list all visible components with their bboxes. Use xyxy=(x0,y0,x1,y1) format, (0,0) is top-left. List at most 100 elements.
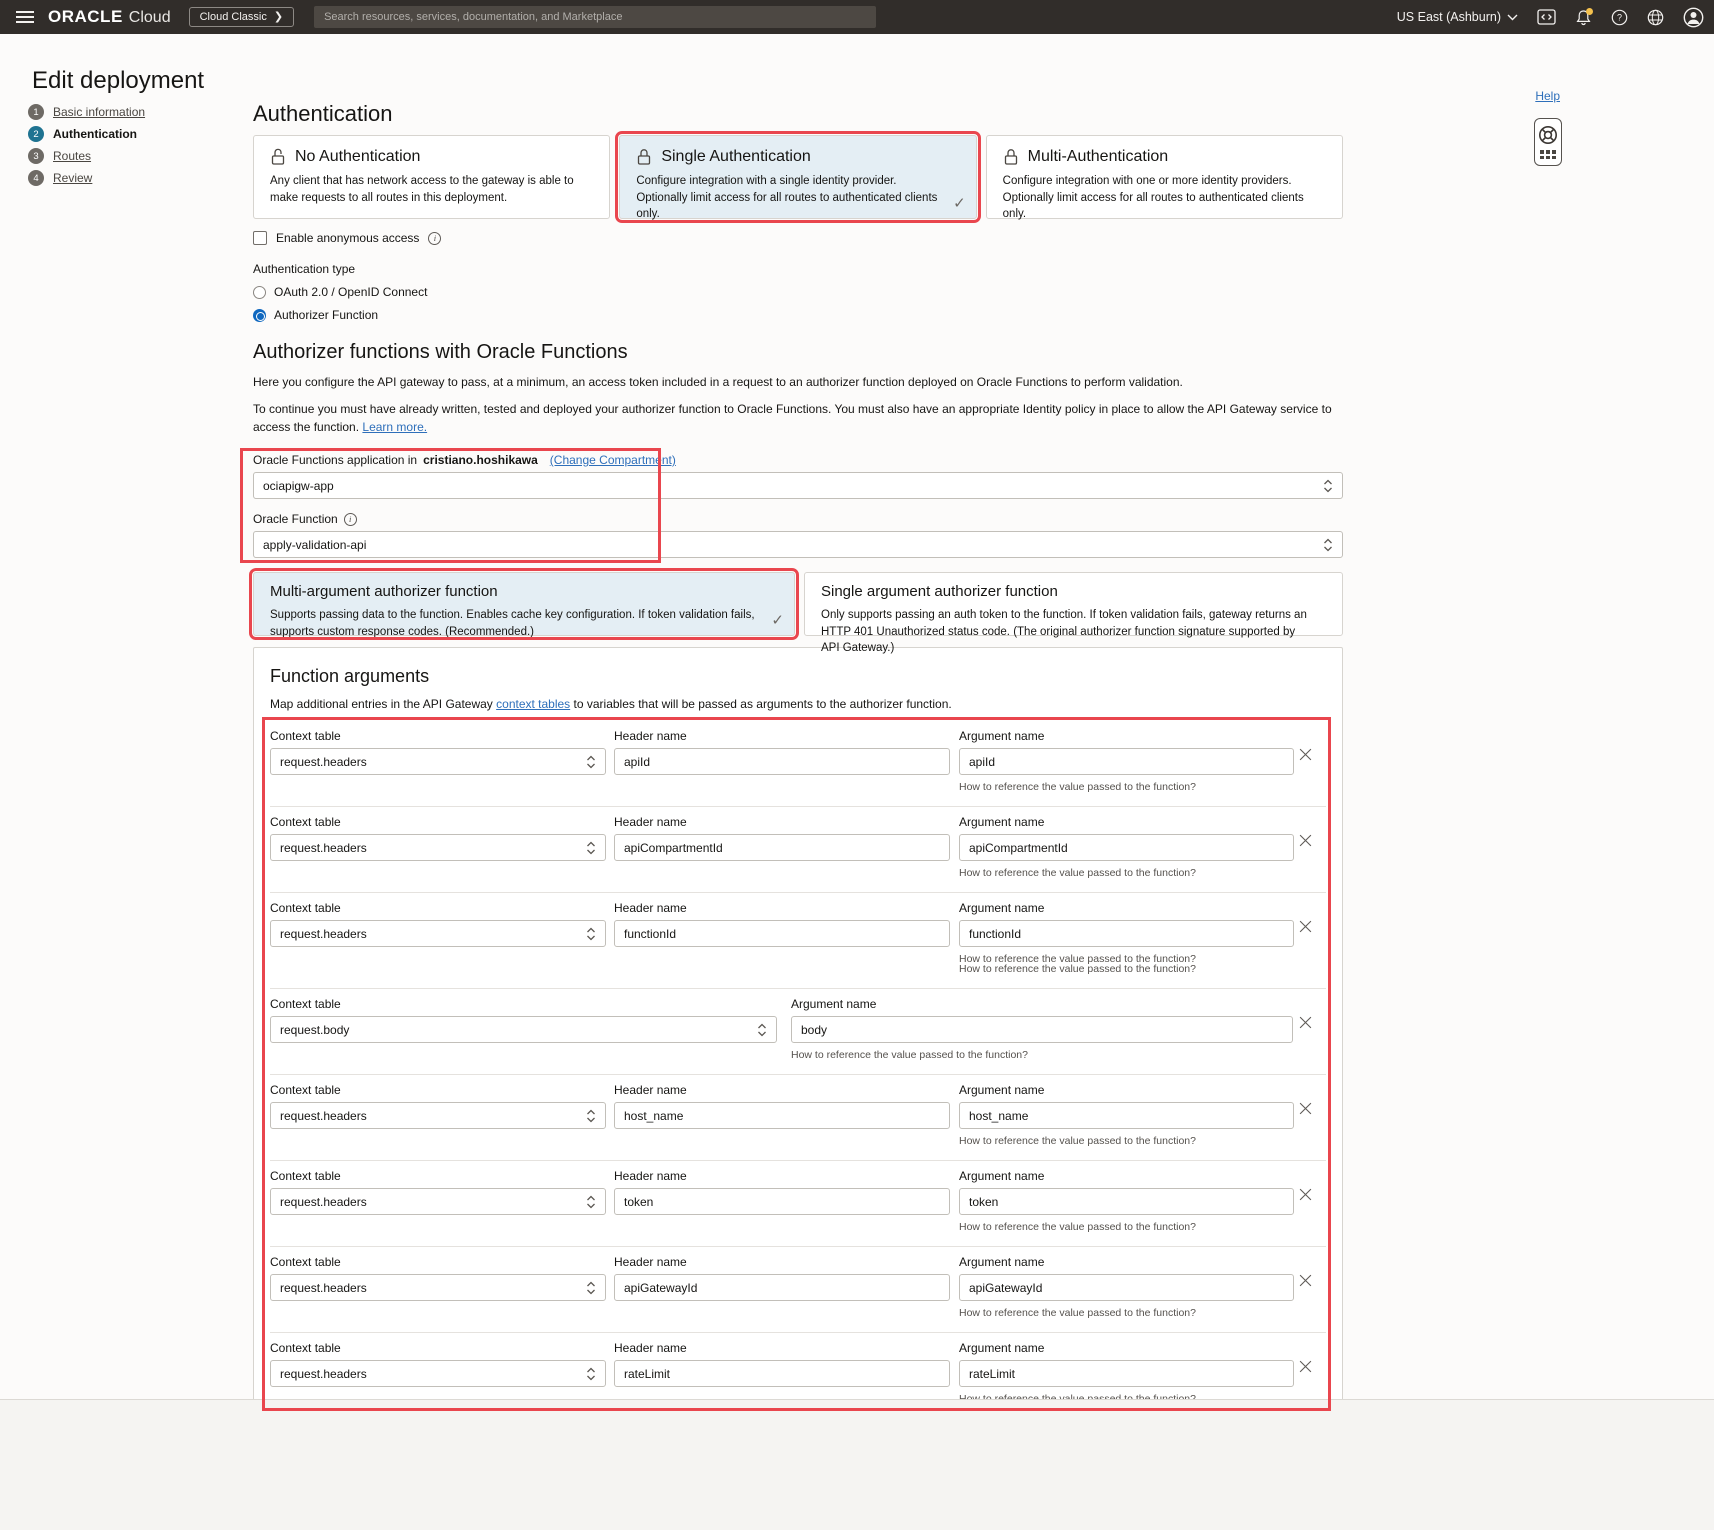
wizard-step[interactable]: 4 Review xyxy=(28,170,228,186)
page: ORACLE Cloud Cloud Classic ❯ US East (As… xyxy=(0,0,1714,1530)
remove-argument-icon[interactable] xyxy=(1299,1188,1312,1201)
select-stepper-icon xyxy=(1323,479,1333,493)
step-label[interactable]: Routes xyxy=(53,149,91,163)
header-name-label: Header name xyxy=(614,1341,950,1355)
enable-anonymous-access-label: Enable anonymous access xyxy=(276,231,419,245)
info-icon[interactable]: i xyxy=(428,232,441,245)
header-name-label: Header name xyxy=(614,815,950,829)
argument-name-input[interactable] xyxy=(959,1188,1294,1215)
step-number-badge: 4 xyxy=(28,170,44,186)
header-name-label: Header name xyxy=(614,1083,950,1097)
card-title: Multi-Authentication xyxy=(1028,148,1169,166)
help-circle-icon[interactable]: ? xyxy=(1611,9,1628,26)
auth-option-card[interactable]: Multi-Authentication Configure integrati… xyxy=(986,135,1343,219)
cloud-classic-label: Cloud Classic xyxy=(200,11,267,23)
argument-helper-link[interactable]: How to reference the value passed to the… xyxy=(959,1135,1294,1147)
remove-argument-icon[interactable] xyxy=(1299,1274,1312,1287)
support-widget[interactable] xyxy=(1534,118,1562,166)
step-label[interactable]: Basic information xyxy=(53,105,145,119)
remove-argument-icon[interactable] xyxy=(1299,1102,1312,1115)
search-input[interactable] xyxy=(314,6,876,28)
authorizer-mode-card[interactable]: Single argument authorizer function Only… xyxy=(804,572,1343,636)
step-label[interactable]: Authentication xyxy=(53,127,137,141)
hamburger-menu-icon[interactable] xyxy=(16,11,34,23)
argument-name-input[interactable] xyxy=(791,1016,1293,1043)
context-table-select[interactable]: request.headers xyxy=(270,1274,606,1301)
authorizer-function-radio[interactable] xyxy=(253,309,266,322)
notifications-bell-icon[interactable] xyxy=(1575,9,1592,26)
selected-check-icon: ✓ xyxy=(771,611,784,629)
argument-name-input[interactable] xyxy=(959,1274,1294,1301)
header-name-input[interactable] xyxy=(614,920,950,947)
header-name-input[interactable] xyxy=(614,1188,950,1215)
help-link[interactable]: Help xyxy=(1535,89,1560,103)
wizard-step[interactable]: 1 Basic information xyxy=(28,104,228,120)
learn-more-link[interactable]: Learn more. xyxy=(362,420,427,434)
select-stepper-icon xyxy=(586,1281,596,1295)
function-arguments-desc: Map additional entries in the API Gatewa… xyxy=(270,697,1326,711)
context-table-select[interactable]: request.headers xyxy=(270,748,606,775)
header-name-input[interactable] xyxy=(614,1274,950,1301)
region-selector[interactable]: US East (Ashburn) xyxy=(1397,10,1518,24)
user-avatar[interactable] xyxy=(1683,7,1704,28)
header-name-input[interactable] xyxy=(614,1102,950,1129)
functions-application-select[interactable]: ociapigw-app xyxy=(253,472,1343,499)
argument-helper-link[interactable]: How to reference the value passed to the… xyxy=(959,1221,1294,1233)
remove-argument-icon[interactable] xyxy=(1299,748,1312,761)
language-globe-icon[interactable] xyxy=(1647,9,1664,26)
oracle-function-select[interactable]: apply-validation-api xyxy=(253,531,1343,558)
context-table-select[interactable]: request.headers xyxy=(270,834,606,861)
argument-name-input[interactable] xyxy=(959,748,1294,775)
context-table-value: request.headers xyxy=(280,755,367,769)
context-table-select[interactable]: request.headers xyxy=(270,1188,606,1215)
auth-option-card[interactable]: No Authentication Any client that has ne… xyxy=(253,135,610,219)
function-argument-row: Context table request.headers Header nam… xyxy=(270,1333,1326,1405)
argument-helper-link[interactable]: How to reference the value passed to the… xyxy=(791,1049,1293,1061)
context-table-select[interactable]: request.headers xyxy=(270,920,606,947)
oauth-radio[interactable] xyxy=(253,286,266,299)
oracle-cloud-logo[interactable]: ORACLE Cloud xyxy=(48,7,171,27)
wizard-step[interactable]: 2 Authentication xyxy=(28,126,228,142)
developer-console-icon[interactable] xyxy=(1537,9,1556,25)
step-label[interactable]: Review xyxy=(53,171,92,185)
remove-argument-icon[interactable] xyxy=(1299,1360,1312,1373)
argument-name-input[interactable] xyxy=(959,920,1294,947)
cloud-classic-button[interactable]: Cloud Classic ❯ xyxy=(189,7,294,27)
argument-helper-link[interactable]: How to reference the value passed to the… xyxy=(959,781,1294,793)
header-name-input[interactable] xyxy=(614,748,950,775)
header-name-label: Header name xyxy=(614,1169,950,1183)
argument-helper-link[interactable]: How to reference the value passed to the… xyxy=(959,963,1294,975)
header-name-input[interactable] xyxy=(614,1360,950,1387)
selected-check-icon: ✓ xyxy=(953,194,966,212)
authentication-heading: Authentication xyxy=(253,102,1343,126)
brand-cloud: Cloud xyxy=(129,9,171,27)
change-compartment-link[interactable]: (Change Compartment) xyxy=(550,453,676,467)
function-arguments-panel: Function arguments Map additional entrie… xyxy=(253,647,1343,1462)
functions-application-value: ociapigw-app xyxy=(263,479,334,493)
brand-oracle: ORACLE xyxy=(48,7,123,27)
argument-helper-link[interactable]: How to reference the value passed to the… xyxy=(959,1307,1294,1319)
argument-name-input[interactable] xyxy=(959,834,1294,861)
context-table-label: Context table xyxy=(270,901,606,915)
context-table-select[interactable]: request.body xyxy=(270,1016,777,1043)
context-table-select[interactable]: request.headers xyxy=(270,1360,606,1387)
argument-name-input[interactable] xyxy=(959,1360,1294,1387)
argument-helper-link[interactable]: How to reference the value passed to the… xyxy=(959,867,1294,879)
remove-argument-icon[interactable] xyxy=(1299,834,1312,847)
context-tables-link[interactable]: context tables xyxy=(496,697,570,711)
remove-argument-icon[interactable] xyxy=(1299,920,1312,933)
context-table-label: Context table xyxy=(270,1083,606,1097)
argument-name-input[interactable] xyxy=(959,1102,1294,1129)
card-description: Any client that has network access to th… xyxy=(270,173,593,206)
authorizer-mode-card[interactable]: Multi-argument authorizer function Suppo… xyxy=(253,572,795,636)
wizard-step[interactable]: 3 Routes xyxy=(28,148,228,164)
context-table-select[interactable]: request.headers xyxy=(270,1102,606,1129)
remove-argument-icon[interactable] xyxy=(1299,1016,1312,1029)
auth-option-card[interactable]: Single Authentication Configure integrat… xyxy=(619,135,976,219)
header-name-input[interactable] xyxy=(614,834,950,861)
card-title: Multi-argument authorizer function xyxy=(270,583,498,600)
enable-anonymous-access-checkbox[interactable] xyxy=(253,231,267,245)
info-icon[interactable]: i xyxy=(344,513,357,526)
authorizer-functions-heading: Authorizer functions with Oracle Functio… xyxy=(253,340,1343,364)
card-description: Supports passing data to the function. E… xyxy=(270,607,778,640)
